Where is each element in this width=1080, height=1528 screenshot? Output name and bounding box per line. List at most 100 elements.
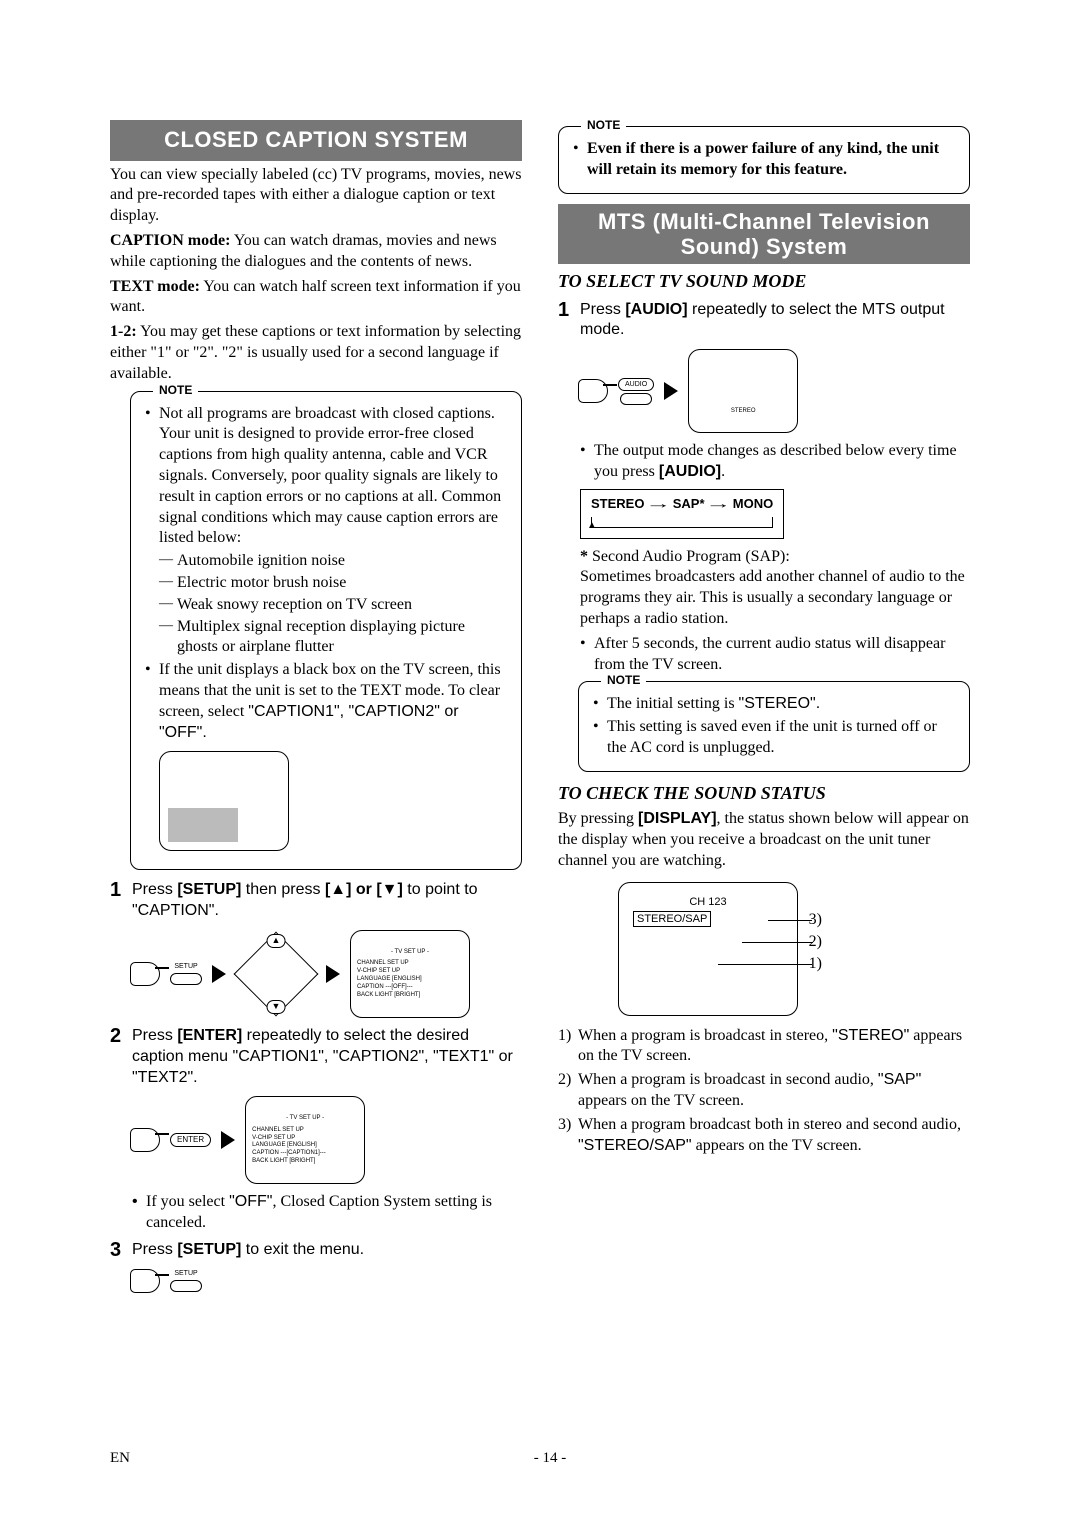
arrow-icon: →: [706, 496, 732, 513]
step-3-setup: [SETUP]: [177, 1241, 241, 1258]
mts-step-1-pre: Press: [580, 301, 625, 318]
cycle-intro-key: [AUDIO]: [659, 463, 721, 480]
status-channel: CH 123: [633, 895, 783, 909]
step-1-body: Press [SETUP] then press [▲] or [▼] to p…: [132, 880, 522, 922]
tv-line: LANGUAGE [ENGLISH]: [252, 1142, 358, 1150]
sap-asterisk: *: [580, 548, 588, 565]
step-1-mid: then press: [241, 881, 325, 898]
step-3-body: Press [SETUP] to exit the menu.: [132, 1240, 522, 1261]
note-label: NOTE: [581, 118, 626, 134]
step-3-num: 3: [110, 1240, 124, 1261]
note-box-memory: NOTE Even if there is a power failure of…: [558, 126, 970, 194]
right-column: NOTE Even if there is a power failure of…: [558, 120, 970, 1301]
step-1-num: 1: [110, 880, 124, 922]
step-2-note: If you select "OFF", Closed Caption Syst…: [132, 1192, 522, 1234]
audio-button-icon: [620, 393, 652, 405]
step-3: 3 Press [SETUP] to exit the menu.: [110, 1240, 522, 1261]
list-item: 2)When a program is broadcast in second …: [558, 1070, 970, 1112]
step-2: 2 Press [ENTER] repeatedly to select the…: [110, 1026, 522, 1088]
note-mts-2: This setting is saved even if the unit i…: [593, 717, 955, 759]
tv-line: V-CHIP SET UP: [252, 1135, 358, 1143]
step-1: 1 Press [SETUP] then press [▲] or [▼] to…: [110, 880, 522, 922]
setup-button-label: SETUP: [174, 962, 197, 971]
sap-text: Sometimes broadcasters add another chann…: [580, 568, 965, 627]
note-memory-text: Even if there is a power failure of any …: [573, 139, 955, 181]
list-item: 1)When a program is broadcast in stereo,…: [558, 1026, 970, 1068]
mts-step-1-audio: [AUDIO]: [625, 301, 687, 318]
tv-line: CHANNEL SET UP: [252, 1127, 358, 1135]
step-2-num: 2: [110, 1026, 124, 1088]
intro-text: You can view specially labeled (cc) TV p…: [110, 165, 522, 227]
tv-setup-screen-2: - TV SET UP - CHANNEL SET UP V-CHIP SET …: [245, 1096, 365, 1184]
tv-line: CAPTION ---[CAPTION1]---: [252, 1150, 358, 1158]
step-2-note-pre: If you select: [146, 1193, 229, 1210]
step-1-post: to point to: [403, 881, 478, 898]
tv-line: CAPTION ---[OFF]---: [357, 984, 463, 992]
status-value: STEREO/SAP: [633, 911, 711, 927]
cycle-intro: The output mode changes as described bel…: [580, 441, 970, 483]
tv-line: LANGUAGE [ENGLISH]: [357, 976, 463, 984]
list-1-pre: When a program is broadcast in stereo,: [578, 1027, 832, 1044]
note-label: NOTE: [153, 383, 198, 399]
footer-left: EN: [110, 1449, 130, 1469]
hand-icon: [130, 1128, 160, 1152]
note-dash-4: Multiplex signal reception displaying pi…: [159, 617, 507, 659]
tv-stereo-text: STEREO: [731, 408, 756, 416]
cycle-stereo: STEREO: [591, 496, 644, 511]
note-mts-1: The initial setting is "STEREO".: [593, 694, 955, 715]
note-memory-text-inner: Even if there is a power failure of any …: [587, 140, 939, 178]
arrow-icon: [212, 965, 226, 983]
step-2-note-off: "OFF": [229, 1193, 272, 1210]
note-dash-2: Electric motor brush noise: [159, 573, 507, 594]
arrow-icon: [664, 382, 678, 400]
mts-step-1-num: 1: [558, 300, 572, 342]
tv-line: V-CHIP SET UP: [357, 968, 463, 976]
caption-mode-label: CAPTION mode:: [110, 232, 230, 249]
note-dash-3: Weak snowy reception on TV screen: [159, 595, 507, 616]
enter-button-icon: ENTER: [170, 1133, 211, 1147]
list-3-post: appears on the TV screen.: [692, 1137, 862, 1154]
tv-line: BACK LIGHT [BRIGHT]: [252, 1158, 358, 1166]
tv-line: BACK LIGHT [BRIGHT]: [357, 992, 463, 1000]
step-2-body: Press [ENTER] repeatedly to select the d…: [132, 1026, 522, 1088]
mts-step-1-body: Press [AUDIO] repeatedly to select the M…: [580, 300, 970, 342]
check-sound-key: [DISPLAY]: [638, 810, 717, 827]
one-two-label: 1-2:: [110, 323, 137, 340]
hand-icon: [130, 1269, 160, 1293]
note-bullet-1-text: Not all programs are broadcast with clos…: [159, 405, 501, 547]
check-sound-subheading: TO CHECK THE SOUND STATUS: [558, 782, 970, 805]
tv-setup-screen-1: - TV SET UP - CHANNEL SET UP V-CHIP SET …: [350, 930, 470, 1018]
closed-caption-heading: CLOSED CAPTION SYSTEM: [110, 120, 522, 161]
list-3-pre: When a program broadcast both in stereo …: [578, 1116, 961, 1133]
note-box-closed-caption: NOTE Not all programs are broadcast with…: [130, 391, 522, 871]
step-1-illustration: SETUP ▲ ▼ - TV SET UP - CHANNEL SET UP V…: [130, 930, 522, 1018]
tv-title: - TV SET UP -: [357, 949, 463, 957]
step-2-enter: [ENTER]: [177, 1027, 242, 1044]
grey-block: [168, 808, 238, 842]
setup-button-graphic: SETUP: [170, 1269, 202, 1292]
step-3-pre: Press: [132, 1241, 177, 1258]
note-box-mts: NOTE The initial setting is "STEREO". Th…: [578, 681, 970, 771]
text-mode: TEXT mode: You can watch half screen tex…: [110, 277, 522, 319]
list-2-pre: When a program is broadcast in second au…: [578, 1071, 878, 1088]
caption-mode: CAPTION mode: You can watch dramas, movi…: [110, 231, 522, 273]
hand-icon: [130, 962, 160, 986]
tv-stereo-screen: STEREO: [688, 349, 798, 433]
cycle-intro-pre: The output mode changes as described bel…: [594, 442, 957, 480]
audio-button-label: AUDIO: [618, 378, 654, 391]
step-1-caption: "CAPTION".: [132, 902, 219, 919]
setup-button-graphic: SETUP: [170, 962, 202, 985]
list-2-post: appears on the TV screen.: [578, 1092, 744, 1109]
page-footer: EN - 14 -: [110, 1449, 970, 1469]
note-dash-1: Automobile ignition noise: [159, 551, 507, 572]
list-2-val: "SAP": [878, 1071, 921, 1088]
tv-screen-textmode: [159, 751, 289, 851]
check-sound-pre: By pressing: [558, 810, 638, 827]
note-bullet-2: If the unit displays a black box on the …: [145, 660, 507, 851]
mts-step-1-illustration: AUDIO STEREO: [578, 349, 970, 433]
hand-icon: [578, 379, 608, 403]
cycle-mono: MONO: [733, 496, 773, 511]
note-bullet-1: Not all programs are broadcast with clos…: [145, 404, 507, 659]
sap-definition: * Second Audio Program (SAP): Sometimes …: [580, 547, 970, 630]
step-2-illustration: ENTER - TV SET UP - CHANNEL SET UP V-CHI…: [130, 1096, 522, 1184]
